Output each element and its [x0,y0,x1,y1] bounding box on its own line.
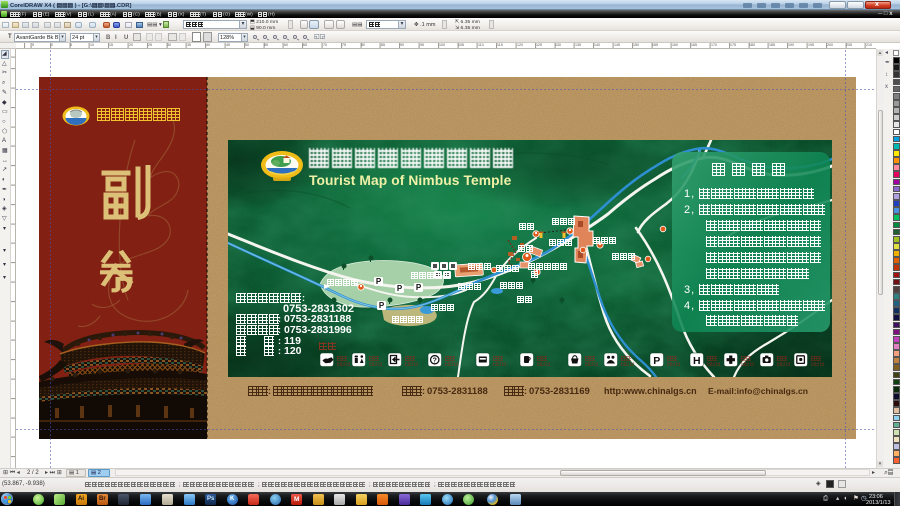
svg-text:H: H [693,355,701,367]
svg-text:P: P [379,301,385,310]
svg-text:?: ? [433,357,437,364]
svg-text:P: P [376,277,382,286]
svg-text:P: P [653,355,660,367]
svg-text:P: P [397,284,403,293]
